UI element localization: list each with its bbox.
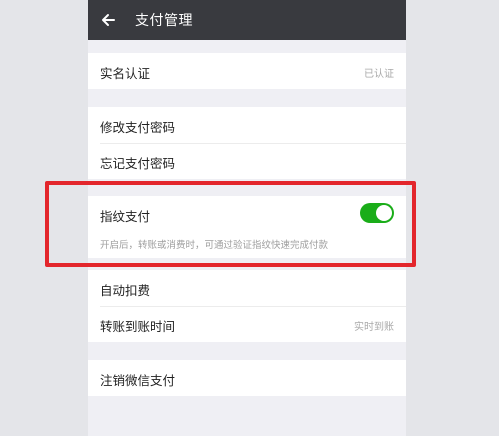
transfer-arrival-time-row[interactable]: 转账到账时间 实时到账 — [88, 306, 406, 342]
page-title: 支付管理 — [135, 13, 193, 29]
transfer-arrival-time-value: 实时到账 — [354, 322, 394, 333]
forgot-pay-password-row[interactable]: 忘记支付密码 — [88, 143, 406, 179]
highlight-annotation-box — [45, 181, 416, 267]
forgot-pay-password-label: 忘记支付密码 — [100, 156, 176, 171]
password-section: 修改支付密码 忘记支付密码 — [88, 107, 406, 179]
deduction-section: 自动扣费 转账到账时间 实时到账 — [88, 270, 406, 342]
deactivate-wechat-pay-row[interactable]: 注销微信支付 — [88, 360, 406, 396]
deactivate-wechat-pay-label: 注销微信支付 — [100, 373, 176, 388]
change-pay-password-row[interactable]: 修改支付密码 — [88, 107, 406, 143]
top-navigation-bar: 支付管理 — [88, 0, 406, 40]
back-arrow-icon[interactable] — [100, 12, 116, 28]
identity-verification-label: 实名认证 — [100, 66, 151, 81]
auto-deduction-row[interactable]: 自动扣费 — [88, 270, 406, 306]
change-pay-password-label: 修改支付密码 — [100, 120, 176, 135]
identity-section: 实名认证 已认证 — [88, 53, 406, 89]
transfer-arrival-time-label: 转账到账时间 — [100, 319, 176, 334]
auto-deduction-label: 自动扣费 — [100, 283, 151, 298]
identity-verification-row[interactable]: 实名认证 已认证 — [88, 53, 406, 89]
logout-section: 注销微信支付 — [88, 360, 406, 396]
identity-verification-status: 已认证 — [364, 69, 394, 80]
